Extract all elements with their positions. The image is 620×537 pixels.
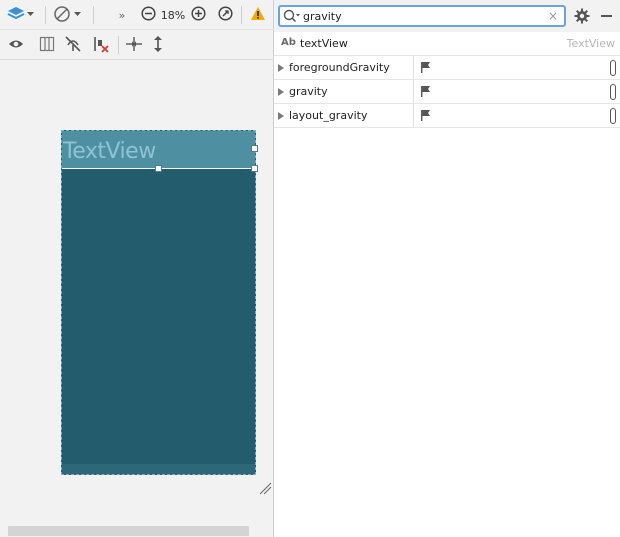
- horizontal-scrollbar[interactable]: [8, 526, 249, 536]
- flag-icon[interactable]: [420, 85, 432, 98]
- layout-editor: » 18% TextView gravity × Ab textView Tex…: [0, 0, 620, 537]
- column-divider: [413, 56, 414, 80]
- attributes-panel: × A: [274, 0, 620, 537]
- component-type-badge: Ab: [281, 37, 296, 48]
- toolbar-separator: [93, 6, 94, 24]
- clear-constraints-icon: [92, 35, 110, 56]
- flag-icon[interactable]: [420, 109, 432, 122]
- resize-handle-bottom[interactable]: [155, 165, 162, 172]
- zoom-out-button[interactable]: [139, 5, 157, 25]
- zoom-level: 18%: [160, 5, 186, 25]
- column-divider: [413, 104, 414, 128]
- pack-horizontal-button[interactable]: [124, 35, 144, 55]
- attributes-header: ×: [274, 0, 620, 32]
- warnings-button[interactable]: [249, 5, 267, 25]
- layers-icon: [7, 6, 35, 25]
- pack-horizontal-icon: [125, 36, 143, 55]
- clear-search-icon[interactable]: ×: [548, 9, 558, 23]
- selected-component-row: Ab textView TextView: [274, 32, 620, 56]
- attribute-row[interactable]: gravity: [274, 80, 620, 104]
- attribute-name: layout_gravity: [289, 109, 368, 122]
- gear-icon: [574, 8, 590, 27]
- search-icon: [283, 8, 301, 24]
- expand-arrow-icon[interactable]: [278, 64, 284, 72]
- attribute-row[interactable]: foregroundGravity: [274, 56, 620, 80]
- overflow-button[interactable]: »: [115, 5, 129, 25]
- expand-arrow-icon[interactable]: [278, 112, 284, 120]
- autoconnect-toggle-button[interactable]: [63, 35, 83, 55]
- resize-handle-right[interactable]: [251, 145, 258, 152]
- show-view-options-button[interactable]: [6, 35, 26, 55]
- pack-vertical-icon: [152, 35, 164, 55]
- zoom-to-fit-button[interactable]: [216, 5, 234, 25]
- orientation-icon: [53, 5, 83, 26]
- blueprint-toggle-button[interactable]: [37, 35, 57, 55]
- canvas-resize-grip[interactable]: [258, 481, 272, 495]
- zoom-out-icon: [140, 6, 156, 24]
- value-toggle[interactable]: [610, 108, 616, 124]
- eye-icon: [8, 38, 24, 53]
- clear-constraints-button[interactable]: [91, 35, 111, 55]
- zoom-to-fit-icon: [217, 6, 233, 24]
- attribute-row[interactable]: layout_gravity: [274, 104, 620, 128]
- flag-icon[interactable]: [420, 61, 432, 74]
- warning-icon: [250, 6, 266, 24]
- component-id[interactable]: textView: [300, 37, 348, 50]
- design-pane: » 18% TextView: [0, 0, 274, 537]
- textview-preview[interactable]: TextView: [62, 131, 255, 169]
- toolbar-separator: [241, 6, 242, 24]
- toolbar-separator: [45, 6, 46, 24]
- blueprint-icon: [39, 36, 55, 55]
- value-toggle[interactable]: [610, 60, 616, 76]
- zoom-in-button[interactable]: [189, 5, 207, 25]
- navigation-bar: [62, 464, 255, 474]
- pack-vertical-button[interactable]: [148, 35, 168, 55]
- zoom-in-icon: [190, 6, 206, 24]
- autoconnect-off-icon: [64, 35, 82, 56]
- device-preview[interactable]: TextView: [61, 130, 258, 475]
- attribute-name: foregroundGravity: [289, 61, 390, 74]
- zoom-level-label: 18%: [160, 8, 186, 22]
- design-canvas[interactable]: TextView: [0, 60, 273, 537]
- component-type: TextView: [566, 37, 615, 50]
- resize-handle-corner[interactable]: [251, 165, 258, 172]
- value-toggle[interactable]: [610, 84, 616, 100]
- layers-button[interactable]: [6, 5, 36, 25]
- orientation-button[interactable]: [53, 5, 83, 25]
- design-toolbar: » 18%: [0, 0, 274, 30]
- settings-button[interactable]: [574, 8, 590, 24]
- constraint-toolbar: [0, 30, 274, 60]
- column-divider: [413, 80, 414, 104]
- overflow-icon: »: [118, 8, 126, 22]
- minimize-panel-button[interactable]: [601, 15, 612, 17]
- expand-arrow-icon[interactable]: [278, 88, 284, 96]
- attribute-search-box[interactable]: ×: [278, 5, 566, 27]
- attribute-name: gravity: [289, 85, 328, 98]
- attribute-search-input[interactable]: [303, 8, 533, 24]
- textview-preview-label: TextView: [63, 139, 156, 164]
- toolbar-separator: [118, 36, 119, 54]
